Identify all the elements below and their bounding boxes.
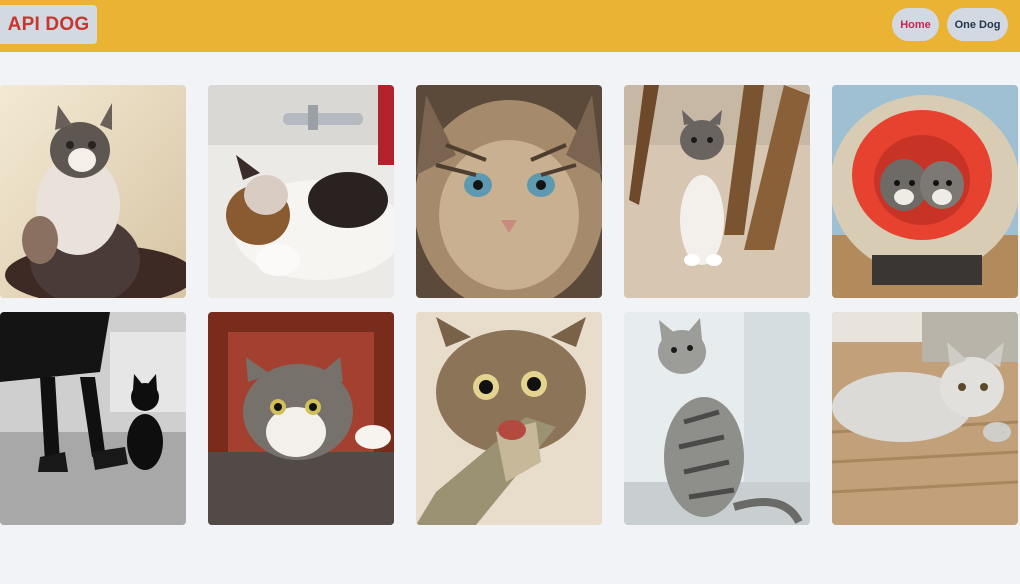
nav-one-dog-link[interactable]: One Dog (947, 8, 1008, 41)
nav-home-link[interactable]: Home (892, 8, 939, 41)
gallery-image-6[interactable] (0, 312, 186, 525)
gallery-image-5[interactable] (832, 85, 1018, 298)
gallery-image-2[interactable] (208, 85, 394, 298)
gallery-image-3[interactable] (416, 85, 602, 298)
gallery-image-1[interactable] (0, 85, 186, 298)
gallery-image-9[interactable] (624, 312, 810, 525)
gallery-image-4[interactable] (624, 85, 810, 298)
gallery-image-7[interactable] (208, 312, 394, 525)
image-gallery (0, 52, 1020, 584)
brand-logo-link[interactable]: API DOG (0, 5, 97, 44)
gallery-image-10[interactable] (832, 312, 1018, 525)
top-navbar: API DOG Home One Dog (0, 0, 1020, 52)
gallery-image-8[interactable] (416, 312, 602, 525)
